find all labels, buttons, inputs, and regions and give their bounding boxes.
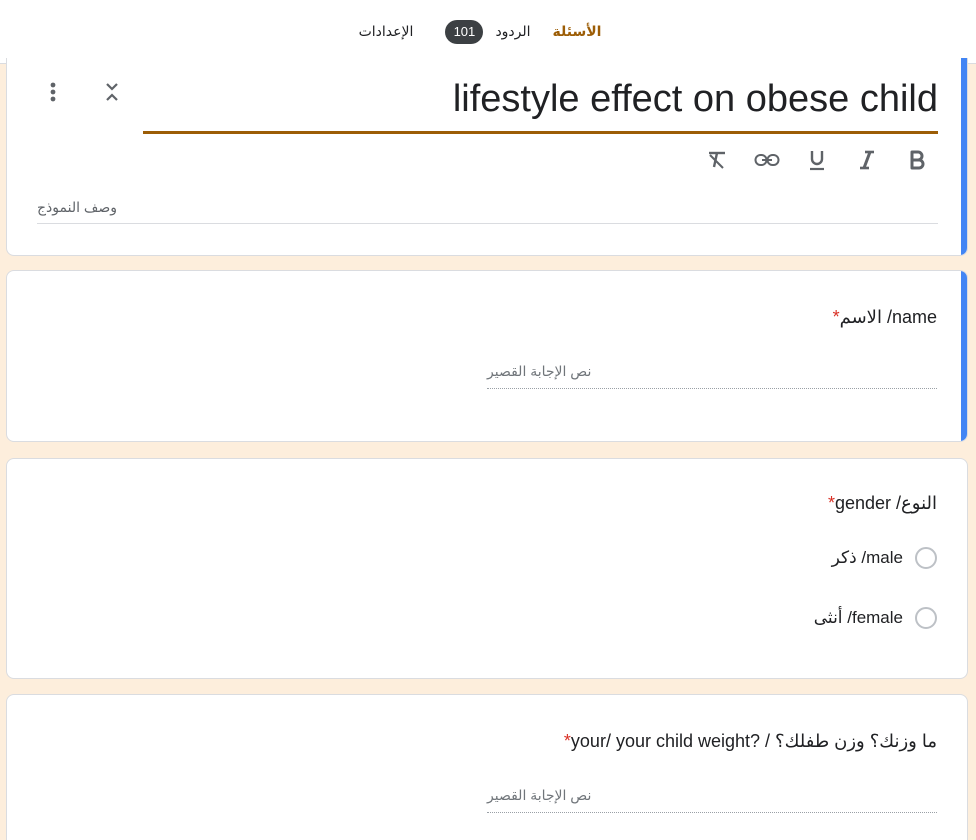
form-description-input[interactable]: وصف النموذج <box>37 192 938 224</box>
question-card-gender[interactable]: النوع/ gender* male/ ذكر female/ أنثى <box>6 458 968 679</box>
option-male[interactable]: male/ ذكر <box>832 544 937 572</box>
tab-settings-label: الإعدادات <box>358 23 414 39</box>
question-card-weight[interactable]: ما وزنك؟ وزن طفلك؟ / ?your/ your child w… <box>6 694 968 840</box>
required-asterisk: * <box>832 307 840 327</box>
short-answer-field[interactable]: نص الإجابة القصير <box>487 355 937 389</box>
option-label: male/ ذكر <box>831 548 903 567</box>
question-title-text: name/ الاسم <box>839 307 937 327</box>
option-female[interactable]: female/ أنثى <box>814 604 937 632</box>
question-title-text: النوع/ gender <box>834 493 937 513</box>
question-title: ما وزنك؟ وزن طفلك؟ / ?your/ your child w… <box>558 731 937 752</box>
tab-responses-label: الردود <box>495 23 531 39</box>
required-asterisk: * <box>827 493 835 513</box>
collapse-icon[interactable] <box>96 76 128 108</box>
option-label: female/ أنثى <box>813 608 903 627</box>
short-answer-placeholder: نص الإجابة القصير <box>487 787 592 803</box>
question-title: name/ الاسم* <box>827 307 937 328</box>
tab-questions[interactable]: الأسئلة <box>546 0 608 63</box>
tab-questions-label: الأسئلة <box>552 23 602 39</box>
format-toolbar <box>701 144 933 176</box>
tab-responses[interactable]: 101 الردود <box>436 0 540 63</box>
required-asterisk: * <box>563 731 571 751</box>
question-card-name[interactable]: name/ الاسم* نص الإجابة القصير <box>6 270 968 442</box>
responses-count-badge: 101 <box>445 19 484 44</box>
question-title-text: ما وزنك؟ وزن طفلك؟ / ?your/ your child w… <box>570 731 937 751</box>
italic-icon[interactable] <box>851 144 883 176</box>
form-title-card[interactable]: lifestyle effect on obese child وصف النم… <box>6 58 968 256</box>
radio-button[interactable] <box>915 547 937 569</box>
radio-button[interactable] <box>915 607 937 629</box>
top-tab-bar: الإعدادات 101 الردود الأسئلة <box>0 0 976 64</box>
bold-icon[interactable] <box>901 144 933 176</box>
link-icon[interactable] <box>751 144 783 176</box>
short-answer-field[interactable]: نص الإجابة القصير <box>487 779 937 813</box>
form-title-text: lifestyle effect on obese child <box>452 78 938 120</box>
form-title-input[interactable]: lifestyle effect on obese child <box>143 68 938 134</box>
question-title: النوع/ gender* <box>822 493 937 514</box>
tab-settings[interactable]: الإعدادات <box>348 0 424 63</box>
underline-icon[interactable] <box>801 144 833 176</box>
short-answer-placeholder: نص الإجابة القصير <box>487 363 592 379</box>
clear-format-icon[interactable] <box>701 144 733 176</box>
more-options-icon[interactable] <box>37 76 69 108</box>
form-description-placeholder: وصف النموذج <box>37 199 118 215</box>
